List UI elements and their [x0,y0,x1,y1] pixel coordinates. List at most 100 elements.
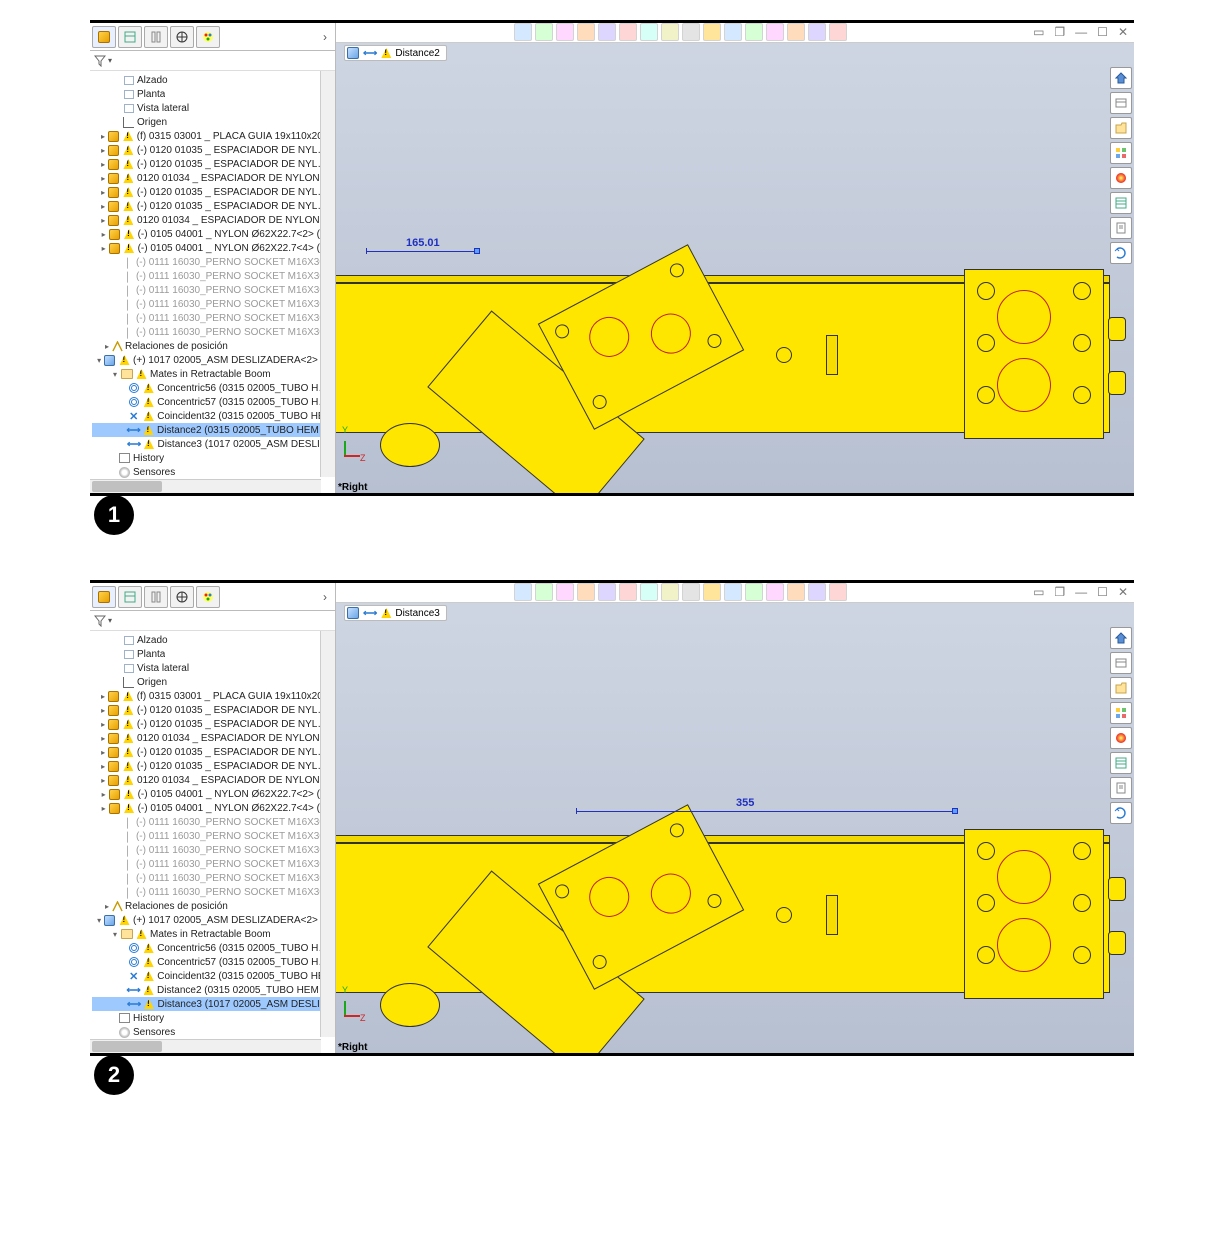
tree-mates-folder[interactable]: ▾Mates in Retractable Boom [92,367,335,381]
tree-component[interactable]: ▸(-) 0120 01035 _ ESPACIADOR DE NYLON Ø6… [92,185,335,199]
restore-icon[interactable]: ❐ [1054,25,1065,39]
expand-toggle[interactable]: ▸ [99,216,106,225]
heads-up-tool-14[interactable] [787,23,805,41]
heads-up-tool-13[interactable] [766,583,784,601]
expand-toggle[interactable]: ▾ [110,370,120,379]
expand-toggle[interactable]: ▸ [100,230,108,239]
tree-mate-distance[interactable]: ⟷Distance2 (0315 02005_TUBO HEMBRA DE BO… [92,423,335,437]
expand-toggle[interactable]: ▸ [99,706,106,715]
tab-property-icon[interactable] [118,586,142,608]
tree-component[interactable]: ▸0120 01034 _ ESPACIADOR DE NYLON Ø62x1<… [92,773,335,787]
tree-mate-concentric[interactable]: Concentric56 (0315 02005_TUBO HEMBRA DE … [92,381,335,395]
expand-toggle[interactable]: ▸ [99,762,106,771]
expand-toggle[interactable]: ▸ [99,202,106,211]
heads-up-tool-9[interactable] [682,583,700,601]
tree-plane[interactable]: Alzado [92,73,335,87]
tree-plane[interactable]: Planta [92,87,335,101]
heads-up-tool-3[interactable] [556,583,574,601]
expand-toggle[interactable]: ▸ [100,244,108,253]
tab-dimxpert-icon[interactable] [170,586,194,608]
expand-toggle[interactable]: ▸ [99,734,106,743]
tree-component[interactable]: ▸(-) 0120 01035 _ ESPACIADOR DE NYLON Ø6… [92,143,335,157]
tab-dimxpert-icon[interactable] [170,26,194,48]
dimension-handle[interactable] [952,808,958,814]
heads-up-tool-6[interactable] [619,583,637,601]
taskpane-btn-5[interactable] [1110,192,1132,214]
h-scrollbar[interactable] [90,1039,321,1053]
taskpane-btn-4[interactable] [1110,167,1132,189]
tree-mate-concentric[interactable]: Concentric57 (0315 02005_TUBO HEMBRA DE … [92,395,335,409]
heads-up-tool-6[interactable] [619,23,637,41]
min2-icon[interactable]: — [1075,25,1087,39]
selection-breadcrumb[interactable]: ⟷ Distance3 [344,605,447,621]
heads-up-tool-10[interactable] [703,23,721,41]
heads-up-tool-8[interactable] [661,23,679,41]
tree-suppressed[interactable]: ❘(-) 0111 16030_PERNO SOCKET M16X30<3> [92,283,335,297]
tree-component[interactable]: ▸(-) 0120 01035 _ ESPACIADOR DE NYLON Ø6… [92,703,335,717]
tab-config-icon[interactable] [144,26,168,48]
heads-up-tool-8[interactable] [661,583,679,601]
tree-mates-root[interactable]: ▸Relaciones de posición [92,899,335,913]
selection-breadcrumb[interactable]: ⟷ Distance2 [344,45,447,61]
tree-mates-root[interactable]: ▸Relaciones de posición [92,339,335,353]
tree-suppressed[interactable]: ❘(-) 0111 16030_PERNO SOCKET M16X30<6> [92,885,335,899]
expand-toggle[interactable]: ▸ [99,720,106,729]
heads-up-tool-16[interactable] [829,23,847,41]
heads-up-tool-4[interactable] [577,583,595,601]
tree-mate-coincident[interactable]: ✕Coincident32 (0315 02005_TUBO HEMBRA DE… [92,969,335,983]
tree-suppressed[interactable]: ❘(-) 0111 16030_PERNO SOCKET M16X30<2> [92,269,335,283]
tree-component[interactable]: ▸0120 01034 _ ESPACIADOR DE NYLON Ø62x1<… [92,731,335,745]
tree-component[interactable]: ▸(-) 0120 01035 _ ESPACIADOR DE NYLON Ø6… [92,199,335,213]
heads-up-tool-15[interactable] [808,583,826,601]
tree-plane[interactable]: Vista lateral [92,661,335,675]
heads-up-tool-13[interactable] [766,23,784,41]
window-controls[interactable]: ▭ ❐ — ☐ ✕ [1033,25,1128,39]
taskpane-btn-1[interactable] [1110,92,1132,114]
expand-toggle[interactable]: ▸ [100,804,108,813]
dimension-line[interactable] [576,811,956,812]
expand-toggle[interactable]: ▾ [95,916,103,925]
tree-mates-folder[interactable]: ▾Mates in Retractable Boom [92,927,335,941]
heads-up-tool-15[interactable] [808,23,826,41]
tab-feature-tree-icon[interactable] [92,586,116,608]
taskpane-btn-3[interactable] [1110,142,1132,164]
heads-up-tool-9[interactable] [682,23,700,41]
expand-toggle[interactable]: ▸ [102,902,112,911]
tree-suppressed[interactable]: ❘(-) 0111 16030_PERNO SOCKET M16X30<2> [92,829,335,843]
heads-up-tool-5[interactable] [598,23,616,41]
dimension-value[interactable]: 165.01 [406,237,440,249]
tree-scroll[interactable]: AlzadoPlantaVista lateralOrigen▸(f) 0315… [90,71,335,493]
tree-subasm[interactable]: ▾(+) 1017 02005_ASM DESLIZADERA<2> (Pred… [92,353,335,367]
expand-toggle[interactable]: ▸ [99,160,106,169]
tab-property-icon[interactable] [118,26,142,48]
restore-icon[interactable]: ❐ [1054,585,1065,599]
tree-mate-concentric[interactable]: Concentric57 (0315 02005_TUBO HEMBRA DE … [92,955,335,969]
tree-suppressed[interactable]: ❘(-) 0111 16030_PERNO SOCKET M16X30<5> [92,871,335,885]
heads-up-tool-12[interactable] [745,23,763,41]
tree-sensores[interactable]: Sensores [92,465,335,479]
heads-up-tool-4[interactable] [577,23,595,41]
tree-mate-coincident[interactable]: ✕Coincident32 (0315 02005_TUBO HEMBRA DE… [92,409,335,423]
expand-toggle[interactable]: ▸ [99,188,106,197]
tree-history[interactable]: History [92,451,335,465]
expand-toggle[interactable]: ▸ [99,146,106,155]
tree-mate-distance[interactable]: ⟷Distance2 (0315 02005_TUBO HEMBRA DE BO… [92,983,335,997]
tree-component[interactable]: ▸(-) 0120 01035 _ ESPACIADOR DE NYLON Ø6… [92,157,335,171]
tree-suppressed[interactable]: ❘(-) 0111 16030_PERNO SOCKET M16X30<5> [92,311,335,325]
minimize-icon[interactable]: ▭ [1033,25,1044,39]
tree-component[interactable]: ▸(-) 0105 04001 _ NYLON Ø62X22.7<2> (Pre… [92,787,335,801]
close-icon[interactable]: ✕ [1118,25,1128,39]
graphics-viewport[interactable]: ▭ ❐ — ☐ ✕ ⟷ Distance2 [336,23,1134,493]
tree-component[interactable]: ▸(-) 0105 04001 _ NYLON Ø62X22.7<4> (Pre… [92,801,335,815]
minimize-icon[interactable]: ▭ [1033,585,1044,599]
tree-history[interactable]: History [92,1011,335,1025]
heads-up-tool-2[interactable] [535,23,553,41]
heads-up-tool-11[interactable] [724,23,742,41]
tree-subasm[interactable]: ▾(+) 1017 02005_ASM DESLIZADERA<2> (Pred… [92,913,335,927]
tab-feature-tree-icon[interactable] [92,26,116,48]
taskpane-btn-4[interactable] [1110,727,1132,749]
taskpane-btn-6[interactable] [1110,777,1132,799]
tree-component[interactable]: ▸(-) 0105 04001 _ NYLON Ø62X22.7<4> (Pre… [92,241,335,255]
expand-toggle[interactable]: ▸ [102,342,112,351]
heads-up-tool-2[interactable] [535,583,553,601]
